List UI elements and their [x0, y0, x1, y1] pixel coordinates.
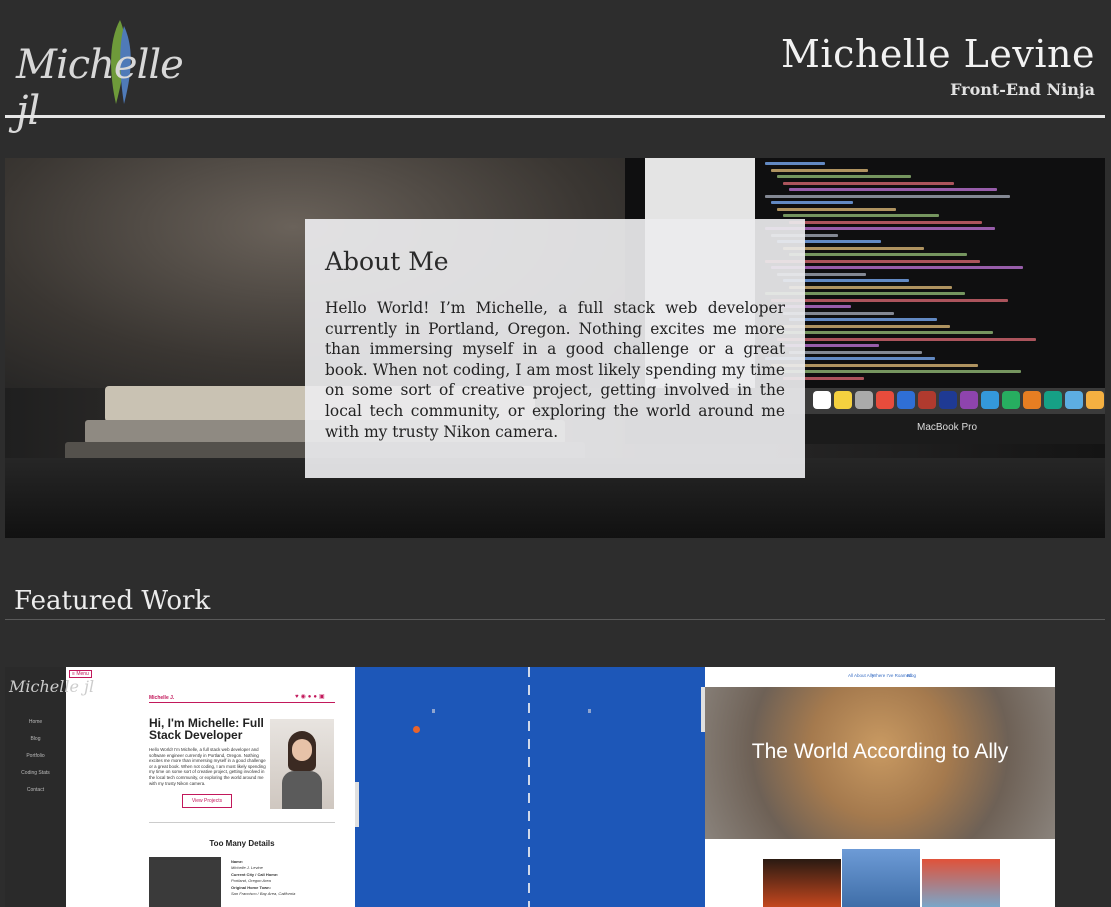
dock-app-icon — [939, 391, 957, 409]
about-heading: About Me — [325, 247, 449, 276]
dock-app-icon — [855, 391, 873, 409]
thumb-divider — [149, 702, 335, 703]
thumb-nav-home: Home — [28, 719, 43, 725]
code-line — [783, 214, 939, 217]
dock-app-icon — [1002, 391, 1020, 409]
project-thumb-portfolio[interactable]: Michelle jl Home Blog Portfolio Coding S… — [5, 667, 355, 907]
code-line — [789, 318, 937, 321]
code-line — [789, 188, 997, 191]
featured-divider — [5, 619, 1105, 620]
thumb-photo — [149, 857, 221, 907]
thumb-logo: Michelle jl — [9, 677, 95, 696]
code-line — [777, 337, 1036, 341]
code-line — [771, 298, 1008, 302]
site-header: Michelle jl Michelle Levine Front-End Ni… — [0, 0, 1111, 134]
pong-net — [528, 667, 530, 907]
thumb-tile — [922, 859, 1000, 907]
code-line — [765, 162, 825, 165]
thumb-tile — [763, 859, 841, 907]
about-body: Hello World! I’m Michelle, a full stack … — [325, 299, 785, 441]
thumb-intro: Hello World! I'm Michelle, a full stack … — [149, 747, 266, 786]
thumb-brand: Michelle J. — [149, 695, 175, 701]
dock-app-icon — [876, 391, 894, 409]
thumb-view-projects-button: View Projects — [182, 794, 232, 808]
site-subtitle: Front-End Ninja — [950, 80, 1095, 99]
code-line — [765, 194, 1010, 198]
thumb-portrait — [270, 719, 334, 809]
thumb-nav-blog: Blog — [30, 736, 41, 742]
dock-app-icon — [813, 391, 831, 409]
thumb-social-icons: ♥◉●●▣ — [295, 694, 327, 700]
code-line — [783, 181, 954, 185]
code-line — [771, 168, 868, 172]
dock-app-icon — [981, 391, 999, 409]
thumb-menu-button: ≡ Menu — [69, 670, 92, 678]
logo[interactable]: Michelle jl — [12, 18, 184, 134]
dock-app-icon — [1044, 391, 1062, 409]
thumb-headline: Hi, I'm Michelle: Full Stack Developer — [149, 716, 264, 742]
thumb-nav-contact: Contact — [26, 787, 45, 793]
featured-heading: Featured Work — [14, 586, 211, 616]
dock-app-icon — [1065, 391, 1083, 409]
thumb-nav-item: Where I've Roamed — [872, 673, 912, 678]
thumb-nav-coding-stats: Coding Stats — [21, 770, 50, 776]
code-line — [789, 253, 967, 256]
thumb-nav-item: Blog — [907, 673, 917, 678]
pong-score-left — [432, 709, 435, 713]
thumb-section-title: Too Many Details — [209, 839, 275, 848]
thumb-tile — [842, 849, 920, 907]
thumb-detail: Current City / Call Home: — [231, 872, 279, 877]
laptop-dock — [775, 388, 1105, 414]
pong-ball — [413, 726, 420, 733]
code-line — [789, 350, 922, 354]
thumb-nav-portfolio: Portfolio — [26, 753, 45, 759]
thumb-detail: San Francisco / Bay Area, California — [231, 891, 296, 896]
thumb-detail: Original Home Town: — [231, 885, 271, 890]
dock-app-icon — [1023, 391, 1041, 409]
thumb-banner-title: The World According to Ally — [751, 740, 1009, 763]
project-thumb-pong[interactable] — [355, 667, 705, 907]
code-line — [789, 220, 982, 224]
thumb-detail: Portland, Oregon Area — [231, 878, 271, 883]
thumb-detail: Michelle J. Levine — [231, 865, 263, 870]
laptop-label: MacBook Pro — [917, 422, 978, 433]
pong-left-paddle — [355, 782, 359, 827]
logo-text: Michelle jl — [16, 42, 184, 134]
header-divider — [5, 115, 1105, 118]
code-line — [777, 207, 896, 211]
dock-app-icon — [897, 391, 915, 409]
thumb-divider — [149, 822, 335, 823]
code-line — [789, 285, 952, 289]
dock-app-icon — [918, 391, 936, 409]
code-line — [777, 370, 1021, 373]
dock-app-icon — [834, 391, 852, 409]
code-line — [777, 175, 911, 178]
code-line — [771, 201, 853, 204]
pong-score-right — [588, 709, 591, 713]
site-title: Michelle Levine — [781, 32, 1095, 76]
dock-app-icon — [960, 391, 978, 409]
dock-app-icon — [1086, 391, 1104, 409]
code-line — [771, 266, 1023, 269]
thumb-nav-item: All About Ally — [848, 673, 875, 678]
about-card: About Me Hello World! I’m Michelle, a fu… — [305, 219, 805, 478]
project-thumb-travel-blog[interactable]: All About Ally Where I've Roamed Blog Th… — [705, 667, 1055, 907]
thumb-detail: Name: — [231, 859, 244, 864]
